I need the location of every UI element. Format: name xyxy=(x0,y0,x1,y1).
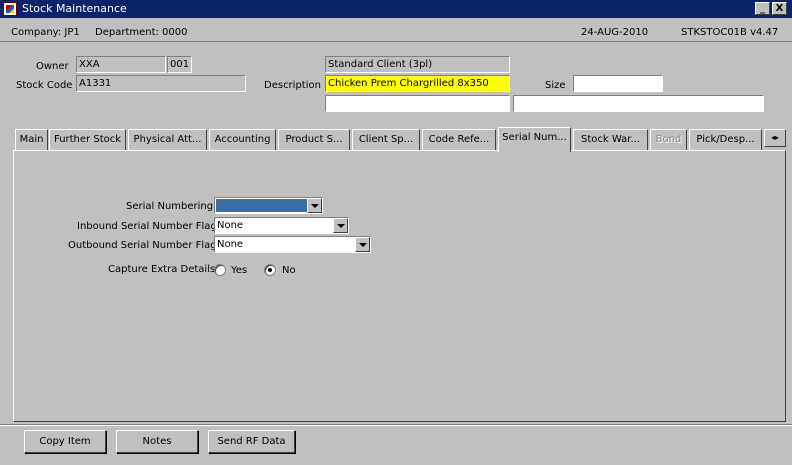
tab-accounting[interactable]: Accounting xyxy=(209,129,276,151)
tab-code-references[interactable]: Code Refe... xyxy=(422,129,496,151)
description-label: Description xyxy=(264,80,321,91)
owner-field[interactable]: XXA xyxy=(76,56,166,73)
capture-yes-label: Yes xyxy=(231,265,248,276)
tab-product-s[interactable]: Product S... xyxy=(278,129,350,151)
outbound-serial-flag-select[interactable]: None xyxy=(214,236,371,253)
capture-yes-radio[interactable] xyxy=(214,264,226,276)
tab-further-stock[interactable]: Further Stock xyxy=(49,129,126,151)
tab-physical-attributes[interactable]: Physical Att... xyxy=(128,129,207,151)
department-text: Department: 0000 xyxy=(95,27,188,38)
notes-button[interactable]: Notes xyxy=(116,430,198,453)
tab-pick-despatch[interactable]: Pick/Desp... xyxy=(689,129,762,151)
tab-serial-numbering[interactable]: Serial Num... xyxy=(498,127,571,152)
description-line3-field[interactable] xyxy=(513,95,764,112)
window-title: Stock Maintenance xyxy=(22,2,127,15)
serial-numbering-select[interactable] xyxy=(214,197,323,214)
owner-code-field[interactable]: 001 xyxy=(167,56,192,73)
send-rf-data-button[interactable]: Send RF Data xyxy=(208,430,295,453)
outbound-serial-flag-label: Outbound Serial Number Flag xyxy=(68,240,217,251)
tab-bond: Bond xyxy=(650,129,687,151)
stock-code-field[interactable]: A1331 xyxy=(76,75,246,92)
capture-no-label: No xyxy=(282,265,296,276)
tab-client-sp[interactable]: Client Sp... xyxy=(352,129,420,151)
owner-label: Owner xyxy=(36,61,69,72)
chevron-down-icon[interactable] xyxy=(307,198,322,213)
tab-main[interactable]: Main xyxy=(15,129,48,151)
client-name-field[interactable]: Standard Client (3pl) xyxy=(325,56,510,73)
chevron-down-icon[interactable] xyxy=(355,237,370,252)
bottom-separator xyxy=(0,424,792,426)
outbound-serial-flag-value: None xyxy=(217,239,244,250)
chevron-down-icon[interactable] xyxy=(333,218,348,233)
capture-no-radio[interactable] xyxy=(264,264,276,276)
close-button[interactable]: X xyxy=(772,2,787,15)
serial-numbering-panel xyxy=(13,150,786,422)
company-text: Company: JP1 xyxy=(11,27,80,38)
size-label: Size xyxy=(545,80,566,91)
serial-numbering-value xyxy=(216,199,307,212)
inbound-serial-flag-value: None xyxy=(217,220,244,231)
app-icon xyxy=(3,2,17,16)
inbound-serial-flag-select[interactable]: None xyxy=(214,217,349,234)
copy-item-button[interactable]: Copy Item xyxy=(24,430,106,453)
date-text: 24-AUG-2010 xyxy=(581,27,649,38)
description-field[interactable]: Chicken Prem Chargrilled 8x350 xyxy=(325,75,510,92)
size-field[interactable] xyxy=(573,75,663,92)
description-line2-field[interactable] xyxy=(325,95,510,112)
stock-code-label: Stock Code xyxy=(16,80,73,91)
minimize-button[interactable]: _ xyxy=(755,2,770,15)
inbound-serial-flag-label: Inbound Serial Number Flag xyxy=(77,221,217,232)
info-bar: Company: JP1 Department: 0000 24-AUG-201… xyxy=(0,20,792,42)
program-version-text: STKSTOC01B v4.47 xyxy=(681,27,779,38)
tab-scroll-arrows-icon[interactable]: ◂▸ xyxy=(764,129,786,147)
serial-numbering-label: Serial Numbering xyxy=(126,201,214,212)
capture-extra-details-label: Capture Extra Details xyxy=(108,264,216,275)
title-bar[interactable]: Stock Maintenance _ X xyxy=(0,0,792,18)
tab-stock-warehouse[interactable]: Stock War... xyxy=(573,129,648,151)
